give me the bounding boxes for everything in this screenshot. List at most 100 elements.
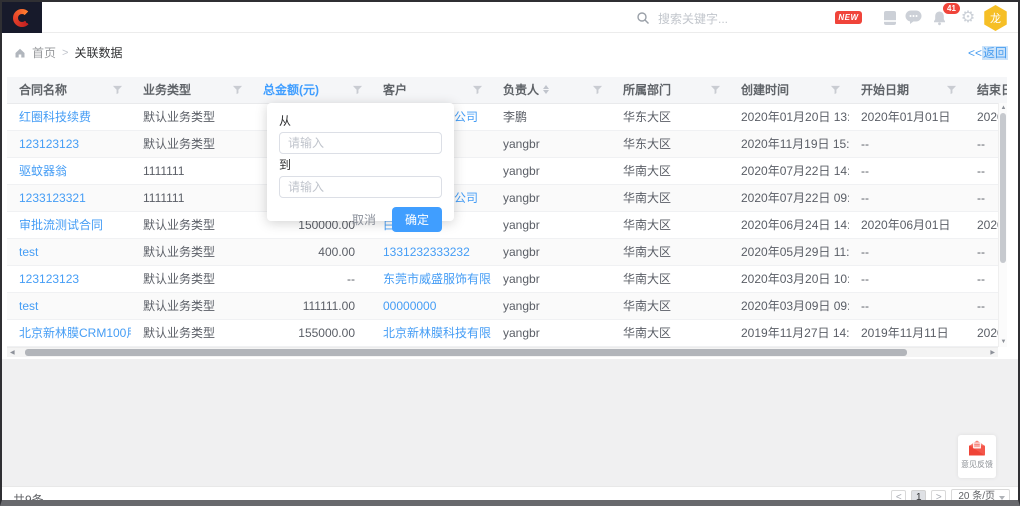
- chevron-down-icon: [999, 496, 1005, 500]
- scroll-down-icon[interactable]: ▼: [999, 338, 1007, 346]
- contract-link[interactable]: 北京新林膜CRM100用户...: [19, 326, 131, 340]
- horizontal-scrollbar[interactable]: ◀ ▶: [7, 347, 998, 357]
- logo-c-icon: [13, 9, 31, 27]
- cell: 李鹏: [491, 103, 611, 130]
- sort-icon[interactable]: [543, 85, 549, 94]
- cell: test: [7, 238, 131, 265]
- app-logo[interactable]: [2, 2, 42, 33]
- cell: 审批流测试合同: [7, 211, 131, 238]
- contract-link[interactable]: test: [19, 299, 38, 313]
- contract-link[interactable]: 123123123: [19, 137, 79, 151]
- current-page[interactable]: 1: [911, 490, 926, 505]
- next-page-button[interactable]: >: [931, 490, 946, 505]
- pagination: < 1 > 20 条/页: [891, 489, 1010, 505]
- cell: 123123123: [7, 265, 131, 292]
- breadcrumb-current: 关联数据: [74, 44, 122, 61]
- filter-icon[interactable]: [352, 84, 363, 95]
- feedback-button[interactable]: 意见反馈: [958, 435, 996, 478]
- customer-link[interactable]: 东莞市威盛服饰有限公司: [383, 272, 491, 286]
- customer-link[interactable]: 北京新林膜科技有限公司: [383, 326, 491, 340]
- column-header-7: 开始日期: [849, 77, 965, 103]
- filter-icon[interactable]: [710, 84, 721, 95]
- total-count: 共9条: [13, 491, 44, 506]
- cell: --: [849, 265, 965, 292]
- envelope-icon: [968, 440, 986, 456]
- cell: yangbr: [491, 184, 611, 211]
- customer-link[interactable]: 1331232333232: [383, 245, 470, 259]
- column-header-4: 负责人: [491, 77, 611, 103]
- cell: 2020年11月19日 15:41: [729, 130, 849, 157]
- notebook-icon[interactable]: [883, 10, 897, 26]
- filter-icon[interactable]: [232, 84, 243, 95]
- prev-page-button[interactable]: <: [891, 490, 906, 505]
- cell: 红圈科技续费: [7, 103, 131, 130]
- column-header-5: 所属部门: [611, 77, 729, 103]
- contract-link[interactable]: 1233123321: [19, 191, 86, 205]
- cell: 1111111: [131, 157, 251, 184]
- cell: yangbr: [491, 292, 611, 319]
- scroll-up-icon[interactable]: ▲: [999, 104, 1007, 112]
- filter-to-input[interactable]: [279, 176, 442, 198]
- cell: 400.00: [251, 238, 371, 265]
- table-row: test默认业务类型111111.0000000000yangbr华南大区202…: [7, 292, 1007, 319]
- confirm-button[interactable]: 确定: [392, 207, 442, 232]
- filter-icon[interactable]: [112, 84, 123, 95]
- amount-filter-popup: 从 到 取消 确定: [267, 103, 454, 221]
- breadcrumb-separator: >: [62, 47, 68, 59]
- cell: 华南大区: [611, 265, 729, 292]
- back-link[interactable]: <<返回: [968, 44, 1008, 61]
- cell: 2020年07月22日 14:04: [729, 157, 849, 184]
- contract-link[interactable]: 审批流测试合同: [19, 218, 103, 232]
- gear-icon[interactable]: ⚙: [959, 7, 977, 27]
- contract-link[interactable]: 红圈科技续费: [19, 110, 91, 124]
- related-data-table: 合同名称业务类型总金额(元)客户负责人所属部门创建时间开始日期结束日期 红圈科技…: [7, 77, 1007, 357]
- contract-link[interactable]: 驱蚊器翁: [19, 164, 67, 178]
- user-avatar[interactable]: 龙: [983, 5, 1008, 31]
- filter-icon[interactable]: [592, 84, 603, 95]
- filter-icon[interactable]: [830, 84, 841, 95]
- app-window: 搜索关键字... NEW 41 ⚙ 龙 首页 > 关联数据 <<返回 合同名称业…: [0, 0, 1020, 506]
- cell: 2020年01月20日 13:23: [729, 103, 849, 130]
- filter-icon[interactable]: [472, 84, 483, 95]
- column-header-3: 客户: [371, 77, 491, 103]
- cell: 默认业务类型: [131, 211, 251, 238]
- search-placeholder: 搜索关键字...: [658, 10, 728, 27]
- cell: 1233123321: [7, 184, 131, 211]
- column-label: 创建时间: [741, 81, 789, 98]
- breadcrumb-home[interactable]: 首页: [32, 44, 56, 61]
- horizontal-scroll-thumb[interactable]: [25, 349, 907, 356]
- cell: 2020年06月24日 14:45: [729, 211, 849, 238]
- customer-link[interactable]: 00000000: [383, 299, 436, 313]
- cell: 2020年03月20日 10:10: [729, 265, 849, 292]
- column-header-0: 合同名称: [7, 77, 131, 103]
- cell: 默认业务类型: [131, 130, 251, 157]
- breadcrumb: 首页 > 关联数据: [14, 44, 122, 61]
- cell: 默认业务类型: [131, 265, 251, 292]
- contract-link[interactable]: 123123123: [19, 272, 79, 286]
- cell: 2020年06月01日: [849, 211, 965, 238]
- filter-from-input[interactable]: [279, 132, 442, 154]
- cancel-button[interactable]: 取消: [344, 208, 384, 231]
- column-header-2: 总金额(元): [251, 77, 371, 103]
- new-badge[interactable]: NEW: [835, 11, 862, 24]
- chat-icon[interactable]: [905, 10, 922, 25]
- cell: 2020年07月22日 09:23: [729, 184, 849, 211]
- cell: 华南大区: [611, 292, 729, 319]
- content-background: [2, 359, 1018, 486]
- global-search[interactable]: 搜索关键字...: [636, 8, 728, 28]
- filter-icon[interactable]: [946, 84, 957, 95]
- contract-link[interactable]: test: [19, 245, 38, 259]
- vertical-scroll-thumb[interactable]: [1000, 113, 1006, 263]
- cell: --: [849, 238, 965, 265]
- vertical-scrollbar[interactable]: ▲ ▼: [998, 103, 1007, 347]
- cell: 华南大区: [611, 184, 729, 211]
- scroll-left-icon[interactable]: ◀: [10, 349, 15, 357]
- cell: 东莞市威盛服饰有限公司: [371, 265, 491, 292]
- scroll-right-icon[interactable]: ▶: [990, 349, 995, 357]
- cell: 2019年11月11日: [849, 319, 965, 346]
- customer-link[interactable]: 公司: [454, 110, 478, 124]
- customer-link[interactable]: 公司: [454, 191, 478, 205]
- page-size-select[interactable]: 20 条/页: [951, 489, 1010, 505]
- cell: 华南大区: [611, 319, 729, 346]
- column-label: 业务类型: [143, 81, 191, 98]
